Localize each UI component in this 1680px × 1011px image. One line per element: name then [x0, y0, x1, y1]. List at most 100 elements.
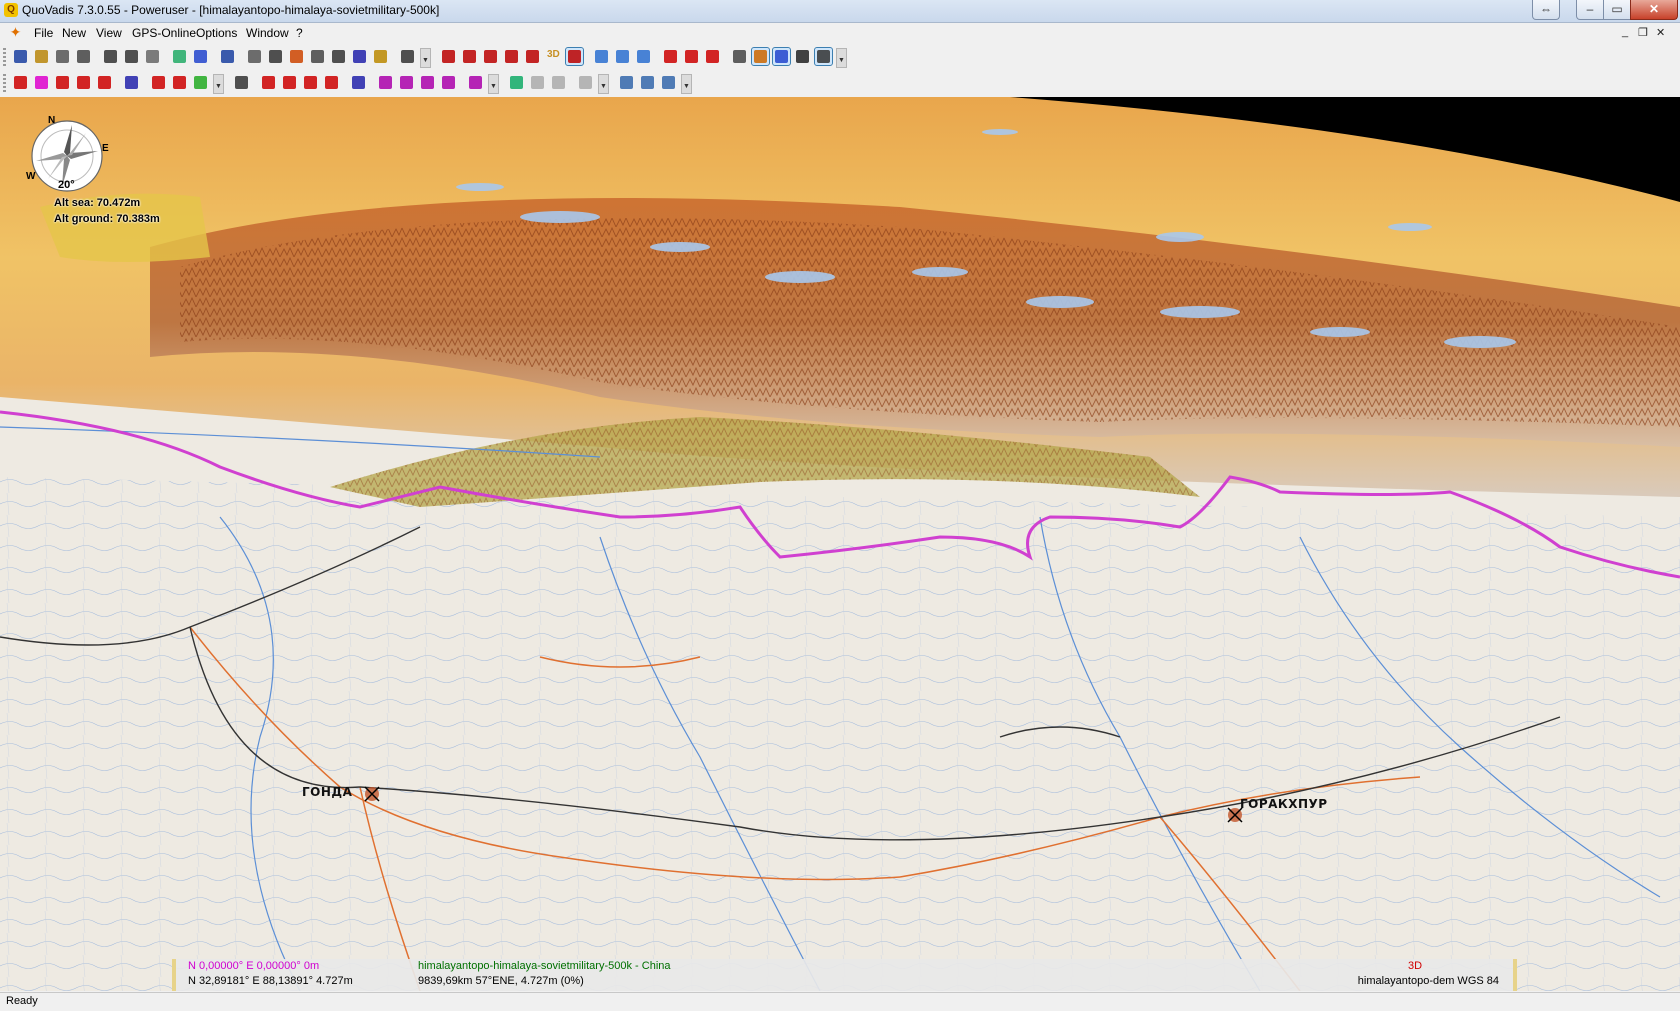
maximize-button[interactable]: ▭: [1603, 0, 1631, 20]
binoculars-button[interactable]: [102, 48, 119, 65]
current-position: N 32,89181° E 88,13891° 4.727m: [188, 975, 353, 987]
globe-settings-button[interactable]: [660, 74, 677, 91]
layers-button[interactable]: [267, 48, 284, 65]
edit-marker-icon: [706, 50, 719, 63]
mdi-close-button[interactable]: ✕: [1656, 26, 1665, 39]
toolbar-grip[interactable]: [3, 48, 6, 66]
toolbar-dropdown[interactable]: ▼: [681, 74, 692, 94]
track-tool3-icon: [421, 76, 434, 89]
compass-rose[interactable]: N E W 20°: [26, 115, 109, 193]
waypoint-copy-button[interactable]: [75, 74, 92, 91]
find-button[interactable]: [233, 74, 250, 91]
track-tool1-button[interactable]: [377, 74, 394, 91]
mdi-minimize-button[interactable]: _: [1622, 26, 1628, 38]
city-label-gonda: ГОНДА: [302, 785, 353, 799]
export-button[interactable]: [144, 48, 161, 65]
globe-search-button[interactable]: [639, 74, 656, 91]
toolbar-grip[interactable]: [3, 74, 6, 92]
menu-gps-online[interactable]: GPS-Online: [132, 26, 196, 40]
track-tool4-button[interactable]: [440, 74, 457, 91]
waypoint-delete-button[interactable]: [96, 74, 113, 91]
close-button[interactable]: ✕: [1630, 0, 1678, 20]
zoom-window-button[interactable]: [503, 48, 520, 65]
draw-button[interactable]: [751, 47, 770, 66]
dice-button[interactable]: [192, 48, 209, 65]
disabled-3-button[interactable]: [577, 74, 594, 91]
database-button[interactable]: [33, 48, 50, 65]
track-tool3-button[interactable]: [419, 74, 436, 91]
window-button[interactable]: [814, 47, 833, 66]
menu-new[interactable]: New: [62, 26, 86, 40]
route-forward-button[interactable]: [171, 74, 188, 91]
download-button[interactable]: [635, 48, 652, 65]
remove-marker-button[interactable]: [683, 48, 700, 65]
route-button[interactable]: [288, 48, 305, 65]
copy-button[interactable]: [54, 48, 71, 65]
track-filter-button[interactable]: [350, 74, 367, 91]
zoom-reset-button[interactable]: [524, 48, 541, 65]
terrain-button[interactable]: [171, 48, 188, 65]
grid-button[interactable]: [794, 48, 811, 65]
zoom-in-button[interactable]: [440, 48, 457, 65]
list-button[interactable]: [246, 48, 263, 65]
target-icon: [221, 50, 234, 63]
disabled-1-button[interactable]: [529, 74, 546, 91]
forward-button[interactable]: [614, 48, 631, 65]
tools-button[interactable]: [399, 48, 416, 65]
menu-options[interactable]: Options: [196, 26, 237, 40]
3d-button[interactable]: 3D: [545, 48, 562, 65]
person-button[interactable]: [731, 48, 748, 65]
track-join-button[interactable]: [281, 74, 298, 91]
waypoint-button[interactable]: [12, 74, 29, 91]
clock-button[interactable]: [309, 48, 326, 65]
position-info-panel: N 0,00000° E 0,00000° 0m N 32,89181° E 8…: [172, 959, 1517, 991]
add-marker-button[interactable]: [662, 48, 679, 65]
waypoint-edit-button[interactable]: [33, 74, 50, 91]
binoculars-search-button[interactable]: [123, 48, 140, 65]
toolbar-dropdown[interactable]: ▼: [598, 74, 609, 94]
menu-view[interactable]: View: [96, 26, 122, 40]
map-3d-view[interactable]: N E W 20° Alt sea: 70.472m Alt ground: 7…: [0, 97, 1680, 991]
mdi-restore-button[interactable]: ❐: [1638, 26, 1648, 39]
palette-button[interactable]: [192, 74, 209, 91]
notes-button[interactable]: [330, 48, 347, 65]
track-delete-button[interactable]: [323, 74, 340, 91]
back-button[interactable]: [593, 48, 610, 65]
clock-icon: [311, 50, 324, 63]
list-icon: [248, 50, 261, 63]
toolbar-dropdown[interactable]: ▼: [420, 48, 431, 68]
zoom-out-button[interactable]: [461, 48, 478, 65]
resize-button[interactable]: ⇔: [1532, 0, 1560, 20]
ruler-button[interactable]: [372, 48, 389, 65]
toolbar-dropdown[interactable]: ▼: [836, 48, 847, 68]
layers-color-button[interactable]: [508, 74, 525, 91]
track-cut-button[interactable]: [260, 74, 277, 91]
compass-button[interactable]: [772, 47, 791, 66]
track-tool2-button[interactable]: [398, 74, 415, 91]
globe-button[interactable]: [618, 74, 635, 91]
app-menu-icon[interactable]: ✦: [8, 25, 23, 40]
delete-x-button[interactable]: [12, 48, 29, 65]
waypoint-delete-icon: [98, 76, 111, 89]
minimize-button[interactable]: –: [1576, 0, 1604, 20]
function-button[interactable]: [123, 74, 140, 91]
track-tool5-button[interactable]: [467, 74, 484, 91]
track-split-button[interactable]: [302, 74, 319, 91]
target-button[interactable]: [219, 48, 236, 65]
route-back-button[interactable]: [150, 74, 167, 91]
toolbar-dropdown[interactable]: ▼: [488, 74, 499, 94]
waypoint-move-button[interactable]: [54, 74, 71, 91]
menu-help[interactable]: ?: [296, 26, 303, 40]
zoom-fit-button[interactable]: [482, 48, 499, 65]
map-canvas[interactable]: [0, 97, 1680, 991]
zoom-active-button[interactable]: [565, 47, 584, 66]
disabled-2-button[interactable]: [550, 74, 567, 91]
edit-marker-button[interactable]: [704, 48, 721, 65]
menu-file[interactable]: File: [34, 26, 53, 40]
print-button[interactable]: [75, 48, 92, 65]
menu-window[interactable]: Window: [246, 26, 289, 40]
toolbar-dropdown[interactable]: ▼: [213, 74, 224, 94]
gps-button[interactable]: [351, 48, 368, 65]
zoom-fit-icon: [484, 50, 497, 63]
globe-icon: [620, 76, 633, 89]
